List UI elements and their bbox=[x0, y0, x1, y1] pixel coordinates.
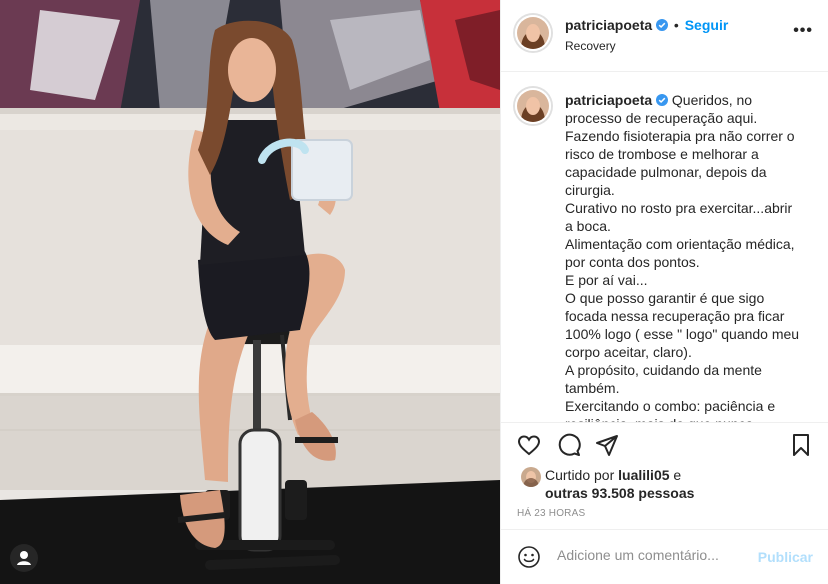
caption-line-1: Fazendo fisioterapia pra não correr o ri… bbox=[565, 128, 795, 198]
bookmark-icon[interactable] bbox=[789, 433, 813, 457]
header-line: patriciapoeta • Seguir bbox=[565, 17, 728, 33]
follow-button[interactable]: Seguir bbox=[685, 17, 729, 33]
post-sidebar: patriciapoeta • Seguir Recovery ••• patr… bbox=[500, 0, 828, 584]
author-username[interactable]: patriciapoeta bbox=[565, 17, 652, 33]
caption-line: patriciapoeta Queridos, no processo de r… bbox=[565, 91, 801, 127]
post-location[interactable]: Recovery bbox=[565, 39, 616, 53]
caption-author-avatar[interactable] bbox=[515, 88, 551, 124]
tagged-people-icon[interactable] bbox=[10, 544, 38, 572]
post-photo[interactable] bbox=[0, 0, 500, 584]
caption-line-5: O que posso garantir é que sigo focada n… bbox=[565, 290, 800, 360]
comments-area[interactable]: patriciapoeta Queridos, no processo de r… bbox=[501, 72, 828, 422]
likes-prefix: Curtido por bbox=[545, 467, 615, 483]
likes-count[interactable]: outras 93.508 pessoas bbox=[545, 485, 694, 501]
caption-line-4: E por aí vai... bbox=[565, 272, 648, 288]
add-comment-section: Publicar bbox=[501, 529, 828, 584]
verified-badge-icon bbox=[656, 18, 669, 31]
likes-conj: e bbox=[673, 467, 682, 483]
photo-illustration bbox=[0, 0, 500, 584]
caption-line-6: A propósito, cuidando da mente também. bbox=[565, 362, 762, 396]
comment-input[interactable] bbox=[557, 547, 747, 563]
caption-line-3: Alimentação com orientação médica, por c… bbox=[565, 236, 795, 270]
action-bar bbox=[501, 422, 828, 462]
header-separator: • bbox=[673, 17, 679, 33]
comment-icon[interactable] bbox=[557, 433, 581, 457]
caption-line-2: Curativo no rosto pra exercitar...abrir … bbox=[565, 200, 793, 234]
caption-username[interactable]: patriciapoeta bbox=[565, 92, 652, 108]
heart-icon[interactable] bbox=[517, 433, 541, 457]
paper-plane-icon[interactable] bbox=[595, 433, 619, 457]
likes-line-1: Curtido por lualili05 e bbox=[545, 467, 681, 483]
emoji-icon[interactable] bbox=[517, 545, 541, 569]
liker-avatar[interactable] bbox=[521, 467, 541, 487]
caption-text: patriciapoeta Queridos, no processo de r… bbox=[565, 91, 801, 422]
more-options-icon[interactable]: ••• bbox=[793, 23, 813, 39]
likes-summary: Curtido por lualili05 e outras 93.508 pe… bbox=[517, 464, 817, 504]
liker-username[interactable]: lualili05 bbox=[618, 467, 669, 483]
post-timestamp[interactable]: HÁ 23 HORAS bbox=[517, 508, 585, 519]
author-avatar[interactable] bbox=[515, 15, 551, 51]
caption-line-7: Exercitando o combo: paciência e resiliê… bbox=[565, 398, 776, 422]
verified-badge-icon bbox=[656, 92, 669, 106]
publish-button[interactable]: Publicar bbox=[758, 549, 813, 565]
post-header: patriciapoeta • Seguir Recovery ••• bbox=[501, 0, 828, 72]
